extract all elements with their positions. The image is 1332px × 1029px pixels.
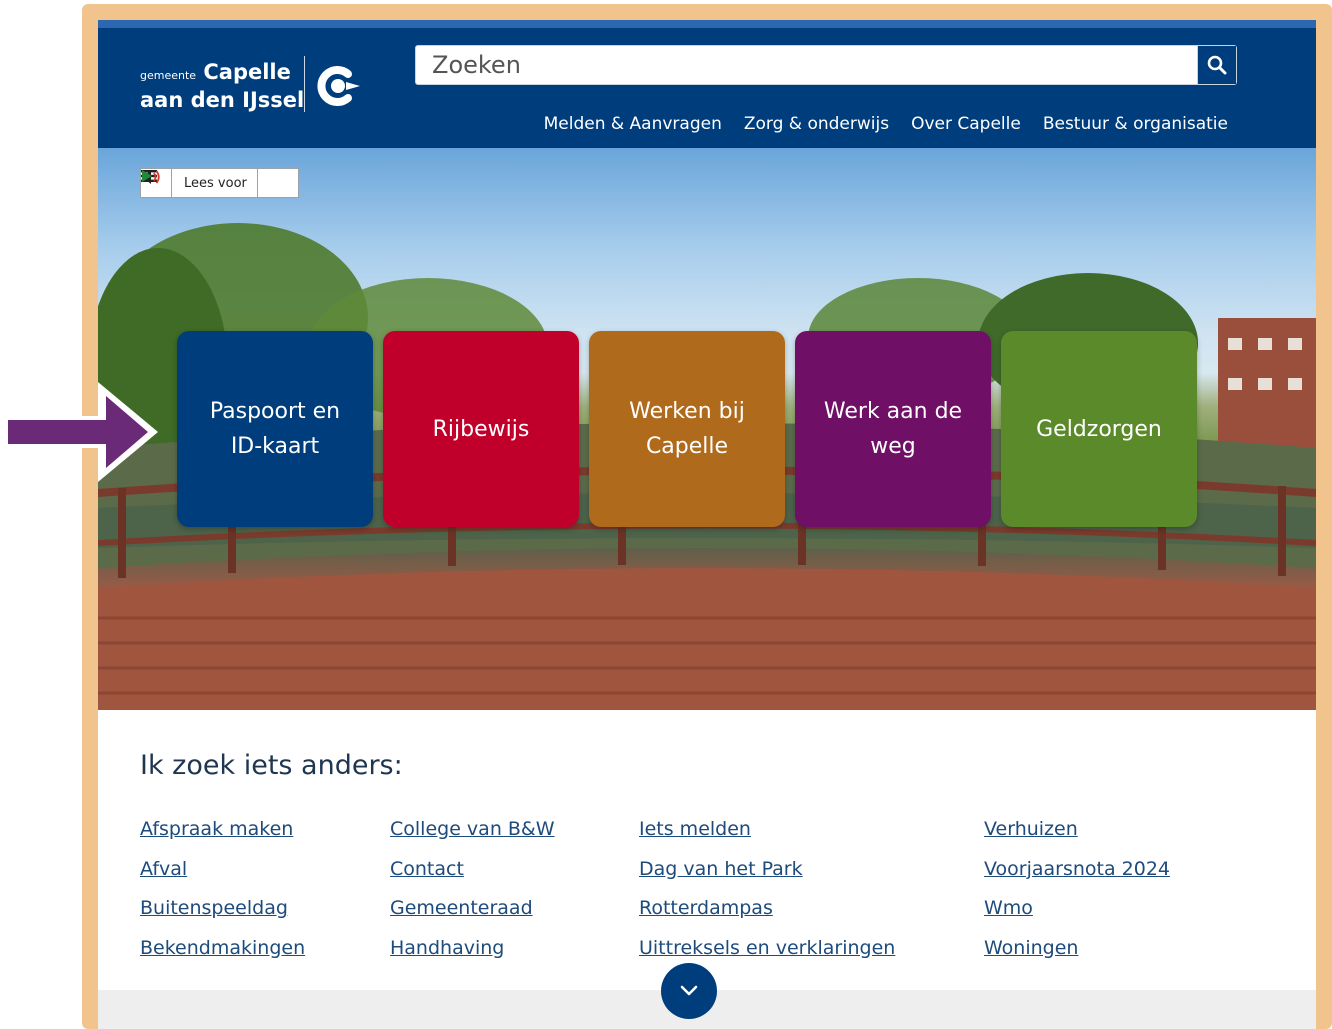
quick-tiles: Paspoort en ID-kaart Rijbewijs Werken bi… <box>177 331 1197 527</box>
read-aloud-button[interactable]: Lees voor <box>142 169 258 197</box>
scroll-down-button[interactable] <box>661 963 717 1019</box>
search-input[interactable] <box>416 46 1198 84</box>
link-dag-van-het-park[interactable]: Dag van het Park <box>639 858 895 880</box>
link-verhuizen[interactable]: Verhuizen <box>984 818 1170 840</box>
logo-line-1: gemeente Capelle <box>140 60 304 88</box>
play-icon <box>142 170 152 182</box>
tile-rijbewijs[interactable]: Rijbewijs <box>383 331 579 527</box>
links-column-2: College van B&W Contact Gemeenteraad Han… <box>390 818 555 976</box>
link-woningen[interactable]: Woningen <box>984 937 1170 959</box>
read-aloud-bar: Lees voor <box>140 168 299 198</box>
read-aloud-label: Lees voor <box>184 175 247 191</box>
tile-geldzorgen[interactable]: Geldzorgen <box>1001 331 1197 527</box>
logo-small-text: gemeente <box>140 69 197 82</box>
play-button[interactable] <box>142 169 298 197</box>
pointer-arrow-icon <box>6 382 158 482</box>
main-nav: Melden & Aanvragen Zorg & onderwijs Over… <box>544 114 1228 134</box>
section-heading: Ik zoek iets anders: <box>140 750 403 781</box>
tile-werk-aan-de-weg[interactable]: Werk aan de weg <box>795 331 991 527</box>
search-bar <box>415 45 1237 85</box>
nav-melden-aanvragen[interactable]: Melden & Aanvragen <box>544 114 722 134</box>
nav-bestuur-organisatie[interactable]: Bestuur & organisatie <box>1043 114 1228 134</box>
top-stripe <box>98 20 1316 28</box>
tile-paspoort-id-kaart[interactable]: Paspoort en ID-kaart <box>177 331 373 527</box>
search-icon <box>1207 55 1227 75</box>
logo-line-2: aan den IJssel <box>140 88 305 112</box>
links-column-1: Afspraak maken Afval Buitenspeeldag Beke… <box>140 818 305 976</box>
chevron-down-icon <box>680 985 698 996</box>
link-rotterdampas[interactable]: Rotterdampas <box>639 897 895 919</box>
nav-zorg-onderwijs[interactable]: Zorg & onderwijs <box>744 114 889 134</box>
site-header: gemeente Capelle aan den IJssel Melden &… <box>98 28 1316 148</box>
link-buitenspeeldag[interactable]: Buitenspeeldag <box>140 897 305 919</box>
logo-big-text: Capelle <box>203 60 291 84</box>
link-handhaving[interactable]: Handhaving <box>390 937 555 959</box>
links-column-4: Verhuizen Voorjaarsnota 2024 Wmo Woninge… <box>984 818 1170 976</box>
link-afspraak-maken[interactable]: Afspraak maken <box>140 818 305 840</box>
nav-over-capelle[interactable]: Over Capelle <box>911 114 1021 134</box>
link-bekendmakingen[interactable]: Bekendmakingen <box>140 937 305 959</box>
link-iets-melden[interactable]: Iets melden <box>639 818 895 840</box>
search-button[interactable] <box>1197 46 1236 84</box>
link-wmo[interactable]: Wmo <box>984 897 1170 919</box>
link-college-van-bw[interactable]: College van B&W <box>390 818 555 840</box>
link-afval[interactable]: Afval <box>140 858 305 880</box>
page: gemeente Capelle aan den IJssel Melden &… <box>98 20 1316 1029</box>
link-voorjaarsnota-2024[interactable]: Voorjaarsnota 2024 <box>984 858 1170 880</box>
link-gemeenteraad[interactable]: Gemeenteraad <box>390 897 555 919</box>
other-topics-section: Ik zoek iets anders: Afspraak maken Afva… <box>98 710 1316 990</box>
hero-banner: Lees voor Paspoort en ID-kaart Rijbewijs… <box>98 148 1316 710</box>
municipality-logo[interactable]: gemeente Capelle aan den IJssel <box>140 60 304 112</box>
logo-mark-icon <box>317 66 360 106</box>
logo-divider <box>304 56 305 112</box>
link-uittreksels-en-verklaringen[interactable]: Uittreksels en verklaringen <box>639 937 895 959</box>
link-contact[interactable]: Contact <box>390 858 555 880</box>
tile-werken-bij-capelle[interactable]: Werken bij Capelle <box>589 331 785 527</box>
links-column-3: Iets melden Dag van het Park Rotterdampa… <box>639 818 895 976</box>
